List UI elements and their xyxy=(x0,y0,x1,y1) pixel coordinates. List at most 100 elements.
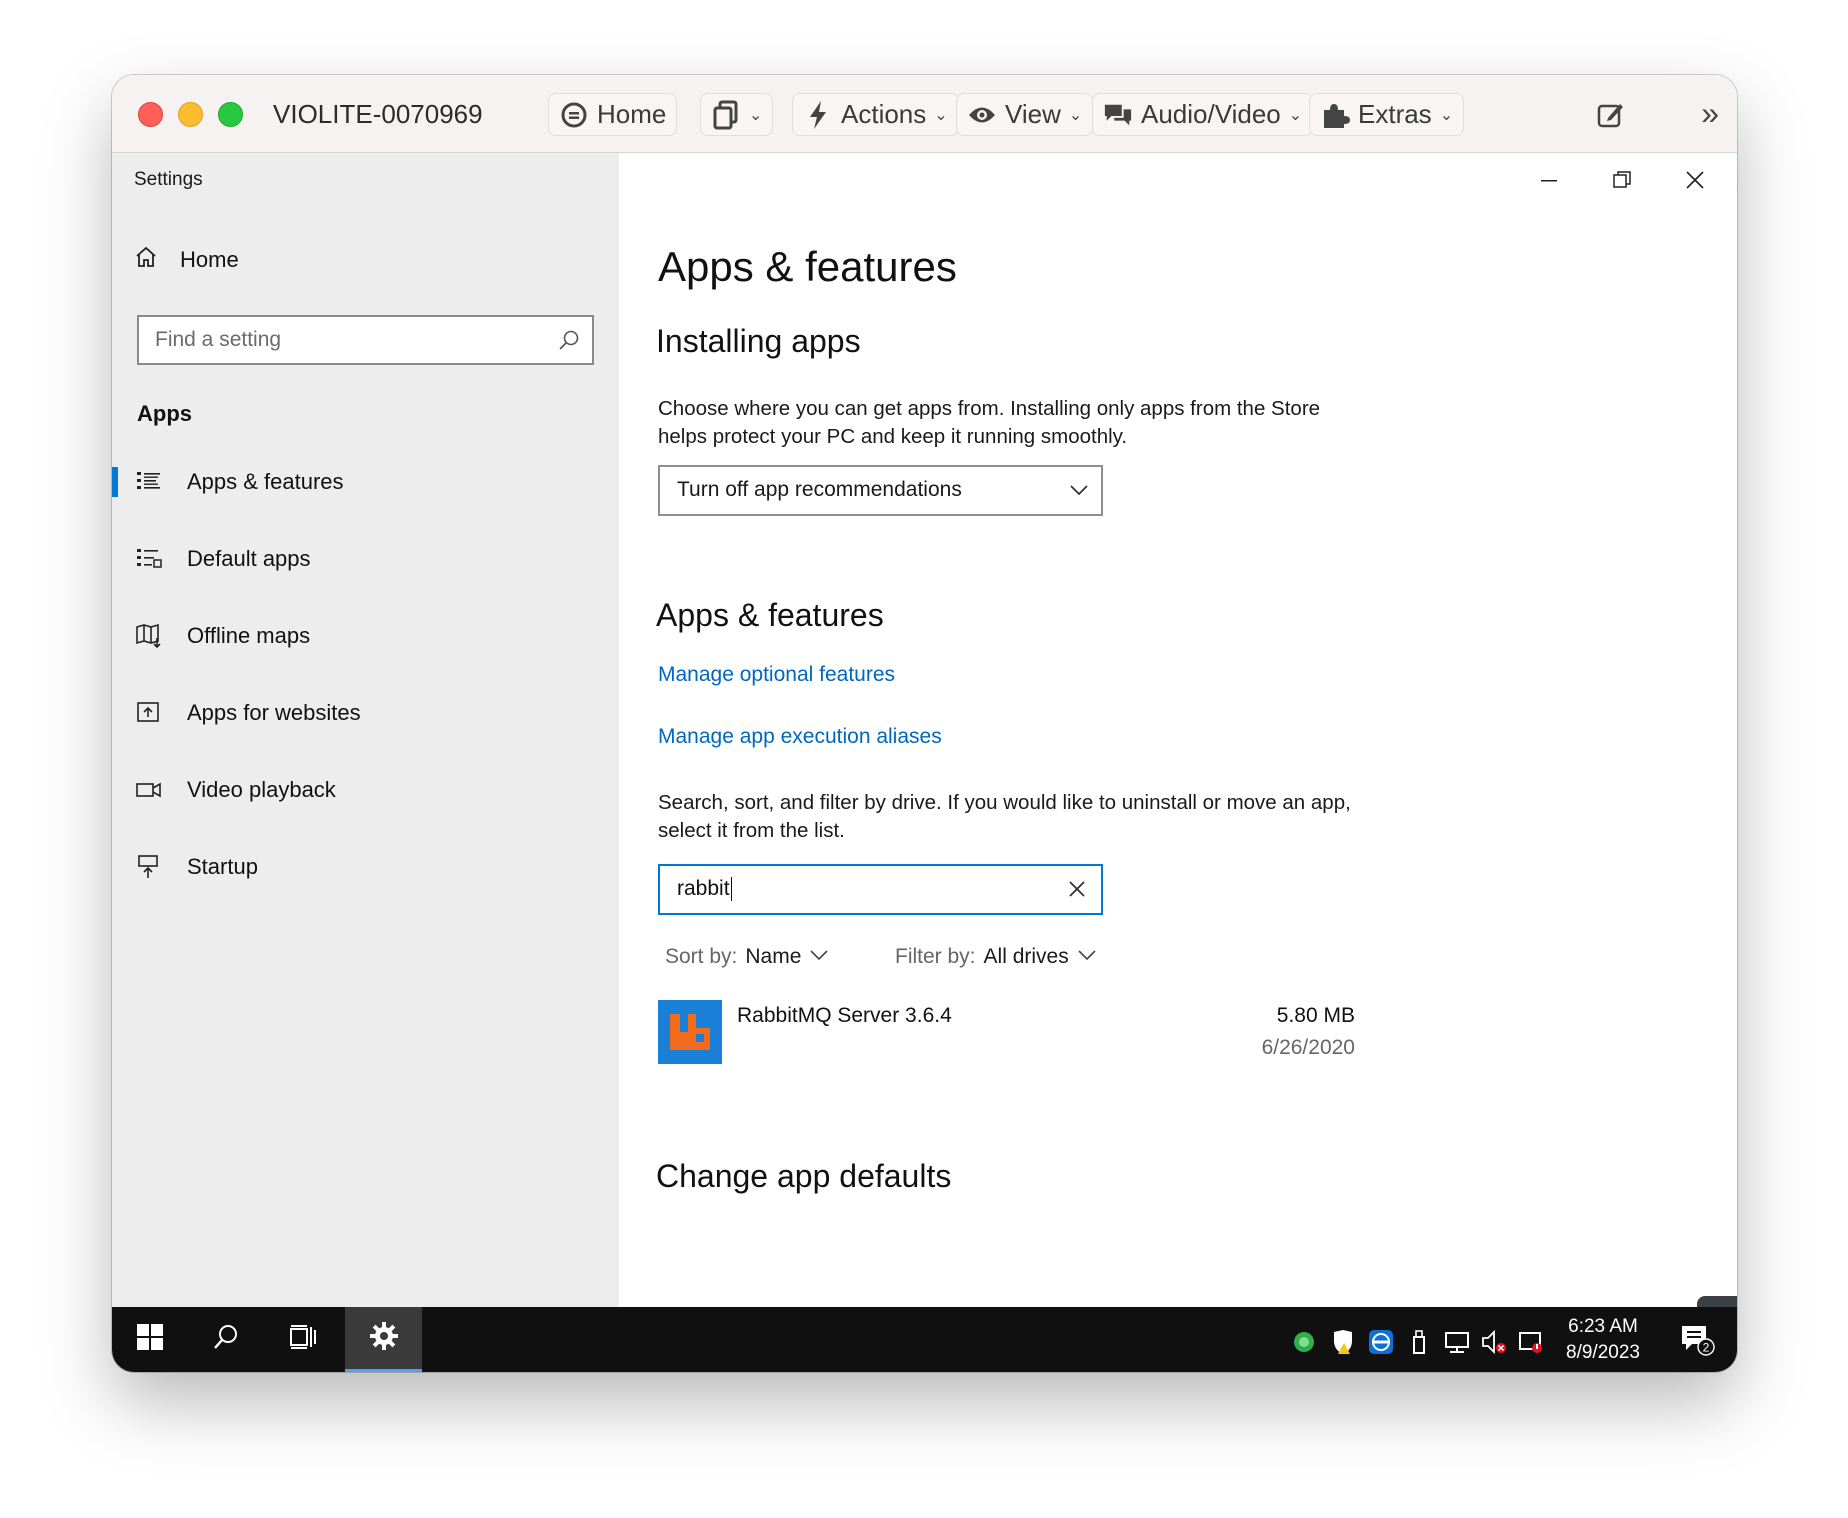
home-toolbar-button[interactable]: Home xyxy=(548,93,678,136)
chevron-down-icon xyxy=(809,945,829,969)
chevron-down-icon: ⌄ xyxy=(934,106,948,124)
page-title: Apps & features xyxy=(658,243,957,290)
search-description: Search, sort, and filter by drive. If yo… xyxy=(658,791,1351,842)
manage-app-execution-aliases-link[interactable]: Manage app execution aliases xyxy=(658,725,942,749)
start-button[interactable] xyxy=(112,1307,187,1372)
view-label: View xyxy=(1005,99,1061,129)
search-icon xyxy=(212,1323,240,1356)
sort-by-dropdown[interactable]: Sort by: Name xyxy=(665,945,829,969)
app-name: RabbitMQ Server 3.6.4 xyxy=(737,1004,952,1027)
rabbitmq-icon xyxy=(658,1000,722,1064)
home-circle-icon xyxy=(559,100,589,130)
chevron-down-icon: ⌄ xyxy=(1068,106,1083,124)
sidebar-item-offline-maps[interactable]: Offline maps xyxy=(112,609,619,663)
app-search-input[interactable]: rabbit xyxy=(658,864,1103,915)
find-setting-search[interactable]: Find a setting xyxy=(137,315,594,365)
video-icon xyxy=(136,777,162,803)
change-app-defaults-heading: Change app defaults xyxy=(656,1158,952,1194)
green-status-tray-icon[interactable] xyxy=(1291,1329,1317,1355)
network-tray-icon[interactable] xyxy=(1444,1329,1470,1355)
startup-icon xyxy=(136,854,162,880)
actions-toolbar-button[interactable]: Actions ⌄ xyxy=(792,93,959,136)
sidebar-item-label: Offline maps xyxy=(187,623,311,648)
installing-apps-heading: Installing apps xyxy=(656,323,861,359)
clipboard-toolbar-button[interactable]: ⌄ xyxy=(700,93,774,136)
edit-toolbar-button[interactable] xyxy=(1585,93,1635,136)
eye-icon xyxy=(967,100,997,130)
settings-content: Apps & features Installing apps Choose w… xyxy=(619,153,1737,1372)
find-setting-placeholder: Find a setting xyxy=(155,328,282,351)
settings-app: Settings Home Find a setting Apps Apps &… xyxy=(112,153,1737,1372)
edit-icon xyxy=(1595,100,1625,130)
volume-muted-tray-icon[interactable] xyxy=(1481,1329,1507,1355)
chat-bubbles-icon xyxy=(1103,100,1133,130)
more-toolbar-button[interactable]: » xyxy=(1701,95,1719,132)
action-center-button[interactable]: 2 xyxy=(1680,1323,1716,1362)
app-search-value: rabbit xyxy=(677,877,732,902)
sidebar-item-video-playback[interactable]: Video playback xyxy=(112,763,619,817)
apps-features-heading: Apps & features xyxy=(656,597,884,633)
gear-icon xyxy=(369,1321,399,1356)
usb-tray-icon[interactable] xyxy=(1406,1329,1432,1355)
website-link-icon xyxy=(136,700,162,726)
chevron-down-icon: ⌄ xyxy=(1439,106,1454,124)
power-warning-tray-icon[interactable] xyxy=(1518,1329,1544,1355)
close-button[interactable] xyxy=(1686,169,1704,195)
install-source-dropdown[interactable]: Turn off app recommendations xyxy=(658,465,1103,516)
audio-video-toolbar-button[interactable]: Audio/Video ⌄ xyxy=(1092,93,1314,136)
restore-button[interactable] xyxy=(1613,169,1631,195)
window-title: VIOLITE-0070969 xyxy=(273,99,483,129)
filter-by-dropdown[interactable]: Filter by: All drives xyxy=(895,945,1097,969)
filter-by-value: All drives xyxy=(983,945,1069,968)
map-icon xyxy=(136,623,162,649)
sidebar-item-label: Video playback xyxy=(187,777,336,802)
app-install-date: 6/26/2020 xyxy=(1261,1036,1355,1059)
settings-sidebar: Settings Home Find a setting Apps Apps &… xyxy=(112,153,619,1307)
sort-by-value: Name xyxy=(745,945,802,968)
taskbar: 6:23 AM 8/9/2023 2 xyxy=(112,1307,1737,1372)
extras-toolbar-button[interactable]: Extras ⌄ xyxy=(1309,93,1465,136)
filter-by-label: Filter by: xyxy=(895,945,976,968)
actions-label: Actions xyxy=(841,99,927,129)
home-icon xyxy=(134,245,158,275)
teamviewer-tray-icon[interactable] xyxy=(1368,1329,1394,1355)
minimize-button[interactable] xyxy=(1540,169,1558,195)
manage-optional-features-link[interactable]: Manage optional features xyxy=(658,663,895,687)
title-bar: VIOLITE-0070969 Home ⌄ Actions ⌄ View ⌄ … xyxy=(112,75,1737,153)
security-shield-tray-icon[interactable] xyxy=(1330,1329,1356,1355)
section-heading-apps: Apps xyxy=(137,401,192,426)
clock-time: 6:23 AM xyxy=(1568,1316,1638,1337)
app-list-item[interactable]: RabbitMQ Server 3.6.4 5.80 MB 6/26/2020 xyxy=(658,1000,1355,1066)
sidebar-item-home[interactable]: Home xyxy=(134,245,239,275)
task-view-button[interactable] xyxy=(264,1307,341,1372)
close-window-button[interactable] xyxy=(138,102,163,127)
zoom-window-button[interactable] xyxy=(218,102,243,127)
sort-by-label: Sort by: xyxy=(665,945,738,968)
home-label: Home xyxy=(180,247,239,272)
remote-window: VIOLITE-0070969 Home ⌄ Actions ⌄ View ⌄ … xyxy=(112,75,1737,1372)
view-toolbar-button[interactable]: View ⌄ xyxy=(956,93,1094,136)
chevron-down-icon xyxy=(1069,480,1089,506)
audio-video-label: Audio/Video xyxy=(1141,99,1281,129)
sidebar-item-startup[interactable]: Startup xyxy=(112,840,619,894)
clock-date: 8/9/2023 xyxy=(1566,1342,1640,1363)
minimize-window-button[interactable] xyxy=(178,102,203,127)
sidebar-item-label: Apps & features xyxy=(187,469,344,494)
clear-search-icon[interactable] xyxy=(1067,879,1087,904)
chevron-down-icon: ⌄ xyxy=(749,106,763,124)
copy-icon xyxy=(711,100,741,130)
default-apps-icon xyxy=(136,546,162,572)
sidebar-item-apps-for-websites[interactable]: Apps for websites xyxy=(112,686,619,740)
sidebar-item-default-apps[interactable]: Default apps xyxy=(112,532,619,586)
taskbar-clock[interactable]: 6:23 AM 8/9/2023 xyxy=(1566,1314,1640,1366)
taskbar-search-button[interactable] xyxy=(187,1307,264,1372)
task-view-icon xyxy=(289,1323,317,1356)
sidebar-item-apps-features[interactable]: Apps & features xyxy=(112,455,619,509)
app-size: 5.80 MB xyxy=(1276,1004,1355,1027)
extras-label: Extras xyxy=(1358,99,1432,129)
installing-apps-description: Choose where you can get apps from. Inst… xyxy=(658,397,1321,448)
taskbar-settings-app[interactable] xyxy=(345,1307,422,1372)
notification-count-badge: 2 xyxy=(1703,1341,1710,1355)
install-source-value: Turn off app recommendations xyxy=(677,478,962,501)
search-icon[interactable] xyxy=(558,329,580,356)
